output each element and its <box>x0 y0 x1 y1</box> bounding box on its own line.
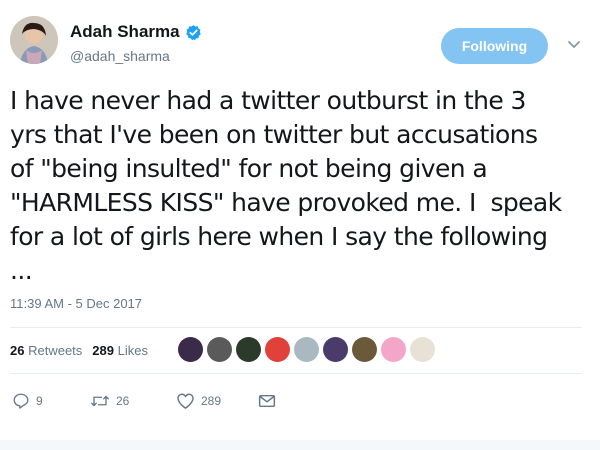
likes-stat[interactable]: 289 Likes <box>92 343 148 358</box>
bottom-strip <box>0 440 600 450</box>
retweets-count: 26 <box>10 343 25 358</box>
tweet-actions: 9 26 289 <box>12 392 276 410</box>
reply-count: 9 <box>36 394 43 408</box>
likes-count: 289 <box>92 343 114 358</box>
retweet-button[interactable]: 26 <box>90 392 170 410</box>
retweets-label: Retweets <box>28 343 83 358</box>
liker-avatar-2[interactable] <box>207 337 232 362</box>
liker-avatar-3[interactable] <box>236 337 261 362</box>
likes-label: Likes <box>117 343 148 358</box>
liker-avatar-1[interactable] <box>178 337 203 362</box>
following-button[interactable]: Following <box>441 28 548 64</box>
liker-avatar-8[interactable] <box>381 337 406 362</box>
heart-icon <box>177 393 194 409</box>
divider <box>10 373 582 374</box>
tweet-timestamp[interactable]: 11:39 AM - 5 Dec 2017 <box>10 296 142 311</box>
direct-message-button[interactable] <box>258 393 276 409</box>
liker-avatar-4[interactable] <box>265 337 290 362</box>
liker-avatar-9[interactable] <box>410 337 435 362</box>
liker-avatar-5[interactable] <box>294 337 319 362</box>
envelope-icon <box>258 394 276 408</box>
tweet-stats: 26 Retweets 289 Likes <box>10 343 148 358</box>
tweet-card: Adah Sharma @adah_sharma Following I hav… <box>0 0 600 450</box>
chevron-down-icon[interactable] <box>567 40 581 50</box>
author-display-name[interactable]: Adah Sharma <box>70 22 180 42</box>
reply-button[interactable]: 9 <box>12 392 82 410</box>
retweets-stat[interactable]: 26 Retweets <box>10 343 82 358</box>
liker-avatar-6[interactable] <box>323 337 348 362</box>
author-avatar[interactable] <box>10 16 58 64</box>
retweet-icon <box>91 395 109 407</box>
liker-avatar-7[interactable] <box>352 337 377 362</box>
divider <box>10 327 582 328</box>
tweet-text: I have never had a twitter outburst in t… <box>10 86 562 285</box>
retweet-count: 26 <box>116 394 130 408</box>
reply-icon <box>13 393 29 409</box>
like-button[interactable]: 289 <box>176 392 256 410</box>
author-name-row: Adah Sharma <box>70 22 202 42</box>
like-count: 289 <box>201 394 222 408</box>
verified-badge-icon <box>185 24 201 40</box>
liker-avatars <box>178 337 435 362</box>
author-handle[interactable]: @adah_sharma <box>70 48 170 64</box>
